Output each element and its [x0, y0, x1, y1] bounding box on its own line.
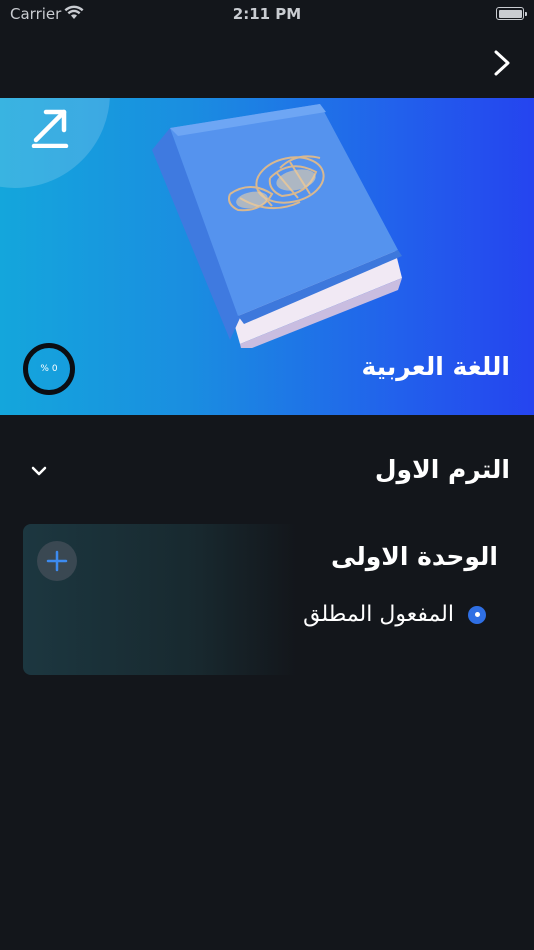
- course-title: اللغة العربية: [361, 352, 510, 381]
- chevron-right-icon[interactable]: [486, 48, 516, 78]
- term-title[interactable]: الترم الاول: [375, 455, 510, 484]
- clock: 2:11 PM: [232, 5, 302, 23]
- lesson-label: المفعول المطلق: [303, 602, 454, 627]
- book-illustration: [152, 104, 402, 348]
- plus-icon[interactable]: [37, 541, 77, 581]
- chevron-down-icon[interactable]: [28, 460, 50, 482]
- course-banner[interactable]: اللغة العربية % 0: [0, 98, 534, 415]
- unit-title: الوحدة الاولى: [331, 542, 498, 571]
- unit-card[interactable]: الوحدة الاولى المفعول المطلق: [23, 524, 511, 675]
- status-bar: Carrier 2:11 PM: [0, 0, 534, 28]
- progress-percent: % 0: [40, 364, 58, 374]
- arrow-up-right-icon[interactable]: [28, 104, 72, 149]
- lesson-item[interactable]: المفعول المطلق: [303, 602, 486, 627]
- battery-icon: [496, 7, 527, 20]
- radio-dot-icon: [468, 605, 486, 624]
- progress-ring: % 0: [23, 343, 75, 395]
